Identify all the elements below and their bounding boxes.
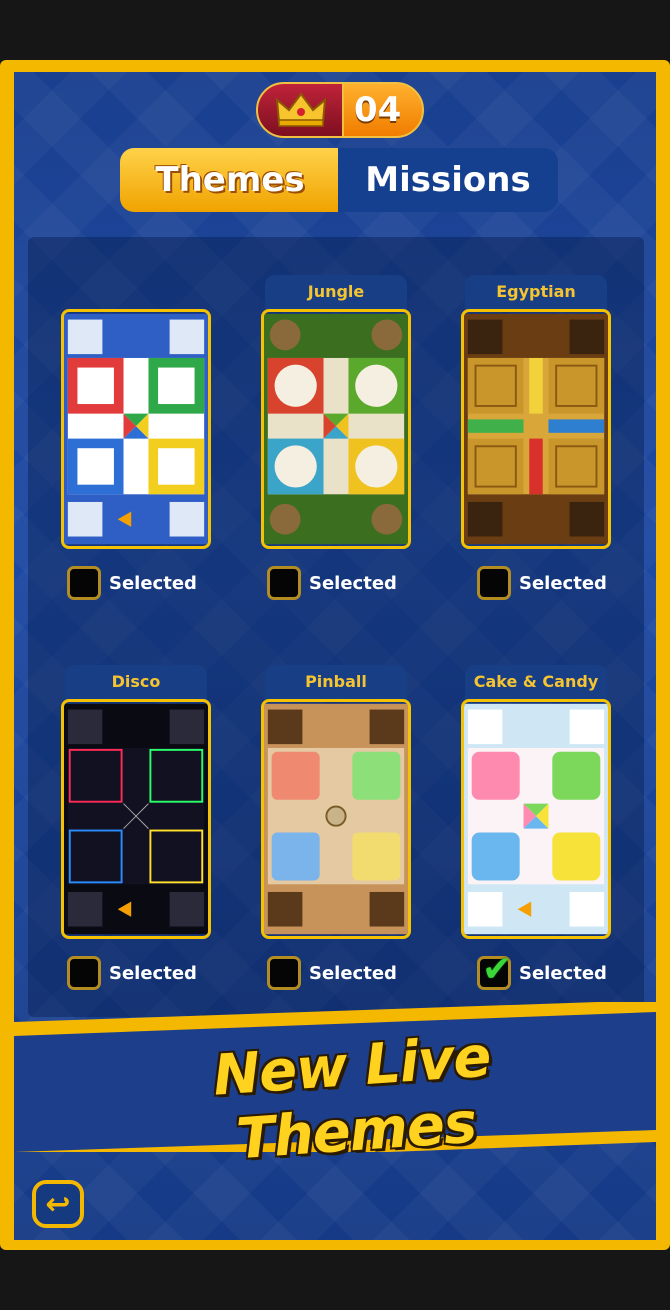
select-row[interactable]: Selected — [267, 955, 397, 991]
crown-count: 04 — [342, 82, 424, 138]
disco-board-image — [64, 703, 208, 935]
tab-themes[interactable]: Themes — [120, 148, 340, 212]
board-preview-cake-candy — [461, 699, 611, 939]
select-row[interactable]: Selected — [67, 955, 197, 991]
board-preview-egyptian — [461, 309, 611, 549]
select-checkbox[interactable] — [267, 956, 301, 990]
themes-grid: Selected Jungle Selected Egyptian Select… — [28, 237, 644, 1017]
select-checkbox[interactable] — [67, 956, 101, 990]
board-preview-jungle — [261, 309, 411, 549]
checkmark-icon: ✔ — [482, 949, 513, 990]
app-frame: 04 Themes Missions Selected Jungle Selec… — [0, 60, 670, 1250]
select-checkbox[interactable] — [67, 566, 101, 600]
select-row[interactable]: Selected — [477, 565, 607, 601]
board-preview-pinball — [261, 699, 411, 939]
select-label: Selected — [109, 572, 197, 594]
theme-name: Cake & Candy — [465, 665, 607, 701]
crown-counter: 04 — [256, 82, 424, 138]
tab-bar: Themes Missions — [120, 148, 558, 212]
jungle-board-image — [264, 313, 408, 545]
select-checkbox[interactable]: ✔ — [477, 949, 512, 990]
board-preview-classic — [61, 309, 211, 549]
pinball-board-image — [264, 703, 408, 935]
select-label: Selected — [309, 572, 397, 594]
select-label: Selected — [109, 962, 197, 984]
themes-panel: 04 Themes Missions Selected Jungle Selec… — [14, 72, 656, 1240]
board-preview-disco — [61, 699, 211, 939]
select-row[interactable]: Selected — [267, 565, 397, 601]
select-label: Selected — [519, 572, 607, 594]
select-checkbox[interactable] — [267, 566, 301, 600]
select-label: Selected — [309, 962, 397, 984]
classic-board-image — [64, 313, 208, 545]
egyptian-board-image — [464, 313, 608, 545]
theme-name: Jungle — [265, 275, 407, 311]
theme-name: Pinball — [265, 665, 407, 701]
cake-candy-board-image — [464, 703, 608, 935]
select-row[interactable]: ✔ Selected — [477, 949, 607, 991]
new-themes-banner: New Live Themes — [14, 1002, 656, 1172]
back-button[interactable]: ↩ — [32, 1180, 84, 1228]
select-checkbox[interactable] — [477, 566, 511, 600]
select-row[interactable]: Selected — [67, 565, 197, 601]
select-label: Selected — [519, 962, 607, 984]
tab-missions[interactable]: Missions — [338, 148, 558, 212]
theme-name: Disco — [65, 665, 207, 701]
back-arrow-icon: ↩ — [45, 1186, 71, 1222]
crown-icon — [256, 82, 346, 138]
theme-name: Egyptian — [465, 275, 607, 311]
